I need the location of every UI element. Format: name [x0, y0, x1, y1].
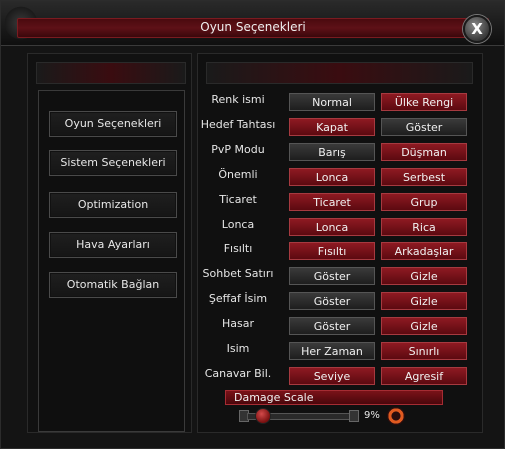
close-button[interactable]: X: [463, 15, 491, 43]
title-bar: Oyun Seçenekleri X: [1, 1, 504, 46]
sidebar-item-hava-ayarlari[interactable]: Hava Ayarları: [49, 232, 177, 258]
option-lonca-lonca[interactable]: Lonca: [289, 218, 375, 236]
option-pvp-modu-baris[interactable]: Barış: [289, 143, 375, 161]
damage-scale-percent: 9%: [364, 410, 380, 421]
title-strip: Oyun Seçenekleri: [17, 18, 489, 38]
damage-scale-bar: Damage Scale: [225, 390, 443, 405]
window-title: Oyun Seçenekleri: [200, 20, 306, 34]
slider-right-end: [349, 410, 359, 422]
option-ticaret-ticaret[interactable]: Ticaret: [289, 193, 375, 211]
option-hasar-gizle[interactable]: Gizle: [381, 317, 467, 335]
option-canavar-bil-seviye[interactable]: Seviye: [289, 367, 375, 385]
damage-scale-label: Damage Scale: [234, 391, 314, 404]
option-pvp-modu-dusman[interactable]: Düşman: [381, 143, 467, 161]
row-label-isim: Isim: [226, 342, 250, 355]
option-hedef-tahtasi-kapat[interactable]: Kapat: [289, 118, 375, 136]
row-label-sohbet-satiri: Sohbet Satırı: [202, 267, 274, 280]
row-label-lonca: Lonca: [221, 218, 255, 231]
option-canavar-bil-agresif[interactable]: Agresif: [381, 367, 467, 385]
row-label-fisilti: Fısıltı: [223, 242, 253, 255]
row-label-ticaret: Ticaret: [219, 193, 257, 206]
row-label-seffaf-isim: Şeffaf İsim: [208, 292, 268, 305]
row-label-renk-ismi: Renk ismi: [211, 93, 265, 106]
options-window: Oyun Seçenekleri X Oyun Seçenekleri Sist…: [0, 0, 505, 449]
options-header: [206, 62, 473, 84]
row-label-pvp-modu: PvP Modu: [211, 143, 265, 156]
option-isim-sinirli[interactable]: Sınırlı: [381, 342, 467, 360]
option-onemli-lonca[interactable]: Lonca: [289, 168, 375, 186]
sidebar-item-otomatik-baglan[interactable]: Otomatik Bağlan: [49, 272, 177, 298]
reset-icon[interactable]: [387, 407, 405, 425]
option-onemli-serbest[interactable]: Serbest: [381, 168, 467, 186]
sidebar-header: [36, 62, 186, 84]
option-fisilti-fisilti[interactable]: Fısıltı: [289, 242, 375, 260]
row-label-canavar-bil: Canavar Bil.: [204, 367, 272, 380]
option-renk-ismi-normal[interactable]: Normal: [289, 93, 375, 111]
option-ticaret-grup[interactable]: Grup: [381, 193, 467, 211]
option-hasar-goster[interactable]: Göster: [289, 317, 375, 335]
row-label-hasar: Hasar: [221, 317, 254, 330]
option-renk-ismi-ulke-rengi[interactable]: Ülke Rengi: [381, 93, 467, 111]
sidebar-nav: Oyun Seçenekleri Sistem Seçenekleri Opti…: [38, 90, 185, 432]
option-sohbet-satiri-gizle[interactable]: Gizle: [381, 267, 467, 285]
option-sohbet-satiri-goster[interactable]: Göster: [289, 267, 375, 285]
row-label-onemli: Önemli: [218, 168, 258, 181]
option-seffaf-isim-gizle[interactable]: Gizle: [381, 292, 467, 310]
sidebar: Oyun Seçenekleri Sistem Seçenekleri Opti…: [27, 53, 192, 433]
sidebar-item-sistem-secenekleri[interactable]: Sistem Seçenekleri: [49, 150, 177, 176]
sidebar-item-oyun-secenekleri[interactable]: Oyun Seçenekleri: [49, 111, 177, 137]
option-isim-her-zaman[interactable]: Her Zaman: [289, 342, 375, 360]
row-label-hedef-tahtasi: Hedef Tahtası: [200, 118, 276, 131]
close-icon: X: [471, 20, 483, 38]
option-seffaf-isim-goster[interactable]: Göster: [289, 292, 375, 310]
sidebar-item-optimization[interactable]: Optimization: [49, 192, 177, 218]
option-hedef-tahtasi-goster[interactable]: Göster: [381, 118, 467, 136]
option-fisilti-arkadaslar[interactable]: Arkadaşlar: [381, 242, 467, 260]
option-lonca-rica[interactable]: Rica: [381, 218, 467, 236]
